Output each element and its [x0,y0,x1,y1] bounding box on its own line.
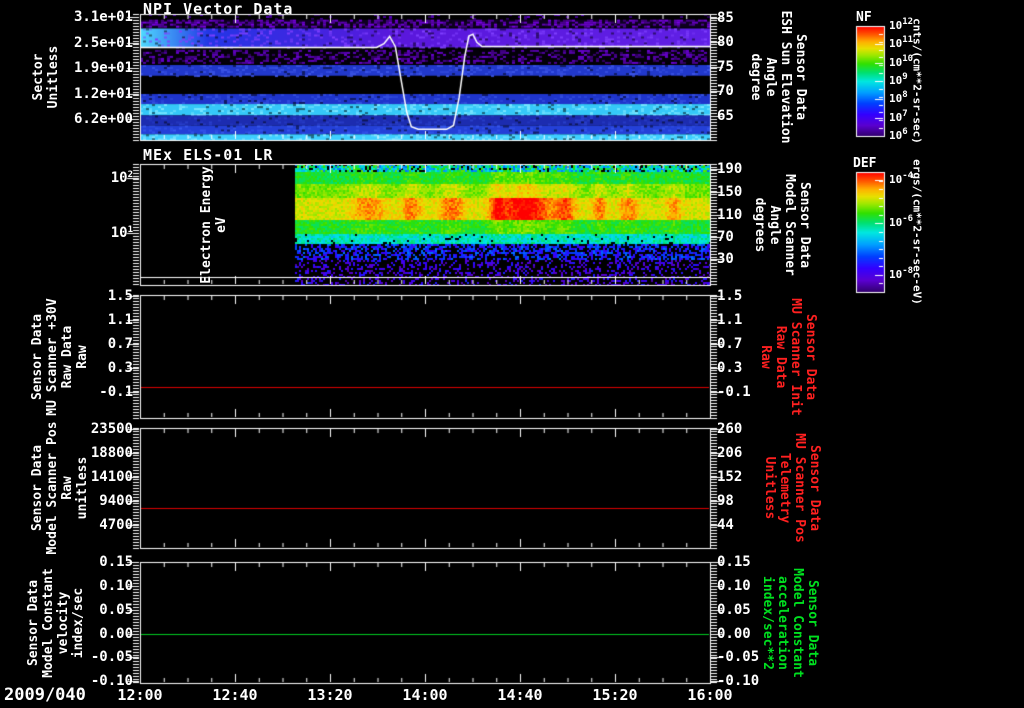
x-tick-label: 14:00 [402,686,448,704]
colorbar-tick-label: 1010 [889,54,914,69]
colorbar-tick-label: 106 [889,127,908,142]
x-tick-label: 12:00 [117,686,163,704]
axis-label-right-els: Sensor Data Model Scanner Angle degrees [752,173,812,276]
colorbar-tick-label: 107 [889,109,908,124]
y-tick-label: 102 [110,170,133,186]
axis-label-right-mu30v: Sensor Data MU Scanner Init Raw Data Raw [758,297,818,416]
y-tick-label: 3.1e+01 [73,9,133,25]
axis-label-left-scanpos: Sensor Data Model Scanner Pos Raw unitless [30,421,90,555]
colorbar-tick-label: 10-8 [889,266,914,281]
axis-label-right-scanpos: Sensor Data MU Scanner Pos Telemetry Unitle… [762,433,822,543]
y-tick-label: 101 [110,225,133,241]
colorbar-def-label: DEF [853,156,877,171]
colorbar-tick-label: 1012 [889,17,914,32]
colorbar-nf-label: NF [856,10,872,25]
colorbar-tick-label: 10-6 [889,214,914,229]
x-tick-label: 14:40 [497,686,543,704]
axis-label-right-velocity: Sensor Data Model Constant acceleration ind… [760,567,820,678]
x-tick-label: 15:20 [592,686,638,704]
plot-canvas [0,0,1024,708]
axis-label-left-npi: Sector Unitless [31,45,61,109]
x-tick-label: 12:40 [212,686,258,704]
axis-label-left-els: Electron Energy eV [199,165,229,284]
x-tick-label: 16:00 [687,686,733,704]
colorbar-tick-label: 1011 [889,35,914,50]
plot-screen: NPI Vector Data MEx ELS-01 LR 2009/040 N… [0,0,1024,708]
colorbar-tick-label: 108 [889,90,908,105]
axis-label-left-mu30v: Sensor Data MU Scanner +30V Raw Data Raw [30,297,90,416]
panel-title-els: MEx ELS-01 LR [143,146,274,164]
axis-label-right-npi: Sensor Data ESH Sun Elevation Angle degree [748,10,808,144]
y-tick-label: 6.2e+00 [73,111,133,127]
panel-title-npi: NPI Vector Data [143,0,294,18]
axis-label-left-velocity: Sensor Data Model Constant velocity index/s… [26,567,86,678]
x-tick-label: 13:20 [307,686,353,704]
colorbar-tick-label: 109 [889,72,908,87]
colorbar-tick-label: 10-4 [889,171,914,186]
